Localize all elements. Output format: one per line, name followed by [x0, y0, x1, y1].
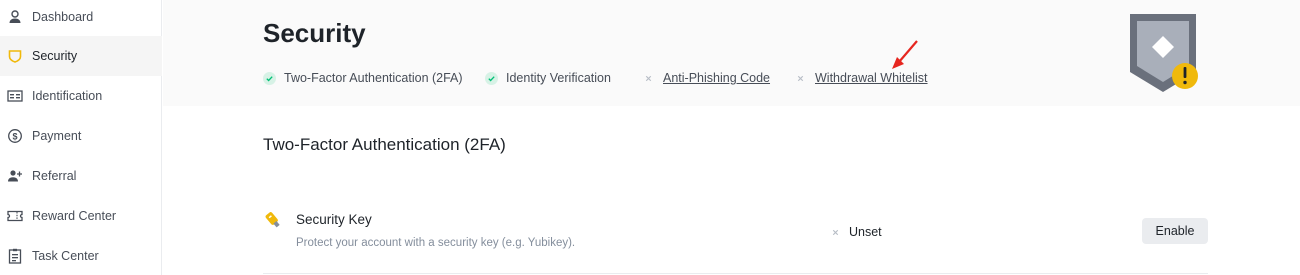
sidebar: Dashboard Security Identification $ Paym…	[0, 0, 162, 275]
sidebar-item-identification[interactable]: Identification	[0, 76, 162, 116]
checklist-icon	[7, 248, 23, 264]
sidebar-item-label: Security	[32, 49, 78, 63]
sidebar-item-reward-center[interactable]: Reward Center	[0, 196, 162, 236]
page-title: Security	[263, 18, 366, 48]
svg-text:$: $	[12, 131, 17, 141]
sidebar-item-label: Reward Center	[32, 209, 117, 223]
user-icon	[7, 9, 23, 25]
close-icon	[794, 72, 807, 85]
check-icon	[485, 71, 498, 85]
dollar-icon: $	[7, 128, 23, 144]
sidebar-item-label: Dashboard	[32, 10, 94, 24]
close-icon	[829, 226, 841, 238]
status-2fa: Two-Factor Authentication (2FA)	[263, 71, 463, 85]
sidebar-item-label: Payment	[32, 129, 82, 143]
shield-icon	[7, 48, 23, 64]
status-label: Two-Factor Authentication (2FA)	[284, 71, 463, 85]
anti-phishing-code-link[interactable]: Anti-Phishing Code	[663, 71, 770, 85]
security-key-status-label: Unset	[849, 225, 882, 239]
enable-security-key-button[interactable]: Enable	[1142, 218, 1208, 244]
check-icon	[263, 71, 276, 85]
sidebar-item-task-center[interactable]: Task Center	[0, 236, 162, 275]
id-card-icon	[7, 88, 23, 104]
sidebar-item-payment[interactable]: $ Payment	[0, 116, 162, 156]
sidebar-item-security[interactable]: Security	[0, 36, 162, 76]
ticket-icon	[7, 208, 23, 224]
close-icon	[642, 72, 655, 85]
add-user-icon	[7, 168, 23, 184]
security-shield-warning-icon	[1130, 14, 1198, 92]
sidebar-item-label: Referral	[32, 169, 77, 183]
status-anti-phishing-code[interactable]: Anti-Phishing Code	[642, 71, 770, 85]
annotation-arrow-icon	[892, 40, 918, 69]
status-label: Identity Verification	[506, 71, 611, 85]
sidebar-item-referral[interactable]: Referral	[0, 156, 162, 196]
sidebar-item-label: Task Center	[32, 249, 99, 263]
security-key-description: Protect your account with a security key…	[296, 237, 576, 249]
sidebar-item-dashboard[interactable]: Dashboard	[0, 0, 162, 37]
section-title-2fa: Two-Factor Authentication (2FA)	[263, 135, 506, 154]
status-identity-verification: Identity Verification	[485, 71, 611, 85]
sidebar-item-label: Identification	[32, 89, 103, 103]
security-header: Security Two-Factor Authentication (2FA)…	[163, 0, 1300, 106]
divider	[263, 273, 1208, 274]
security-key-icon	[265, 212, 280, 228]
security-key-title: Security Key	[296, 212, 372, 227]
security-key-status: Unset	[829, 225, 882, 239]
